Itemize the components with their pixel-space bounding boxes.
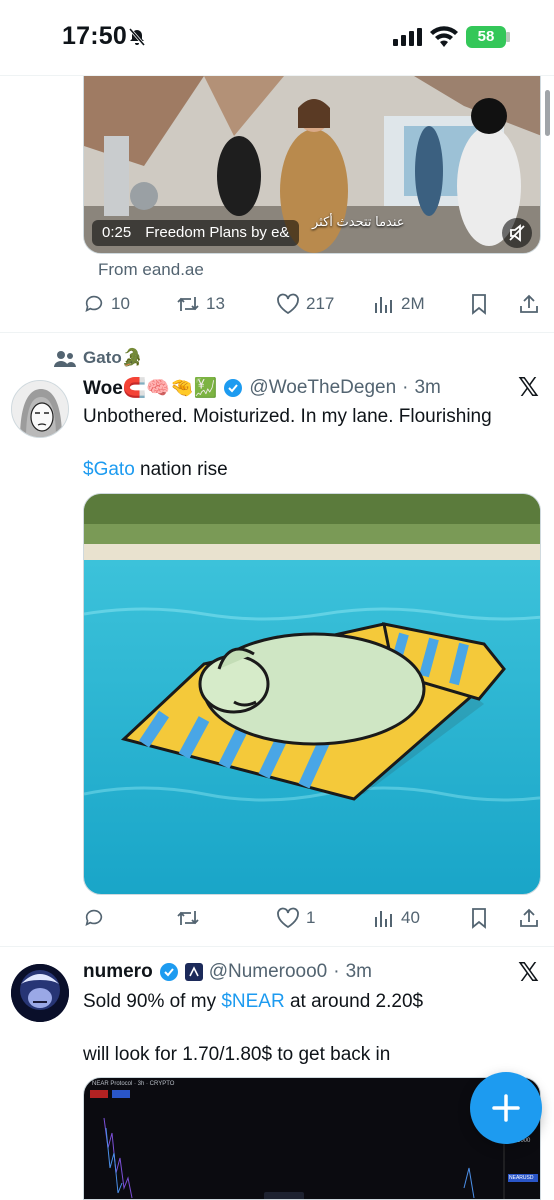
video-duration: 0:25 xyxy=(102,224,132,241)
views-button[interactable]: 2M xyxy=(373,289,425,319)
tweet3-line2: will look for 1.70/1.80$ to get back in xyxy=(83,1044,391,1065)
retweet-button[interactable] xyxy=(176,903,206,933)
signal-icon xyxy=(393,28,422,46)
plus-icon xyxy=(492,1094,520,1122)
video-title: Freedom Plans by e& xyxy=(145,224,290,241)
compose-button[interactable] xyxy=(470,1072,542,1144)
views-icon xyxy=(375,911,392,927)
like-count: 1 xyxy=(306,908,316,927)
speaker-muted-icon xyxy=(509,224,525,242)
bell-muted-icon xyxy=(128,28,146,46)
tweet2-action-bar: 1 40 xyxy=(83,903,541,933)
bookmark-icon xyxy=(472,294,486,315)
post-image[interactable] xyxy=(83,493,541,895)
tweet2-line2-text: nation rise xyxy=(134,459,228,480)
heart-icon xyxy=(277,907,299,929)
mute-button[interactable] xyxy=(502,218,532,248)
chart-symbol-badge: NEARUSD xyxy=(509,1175,534,1181)
retweet-button[interactable]: 13 xyxy=(176,289,225,319)
avatar-image xyxy=(11,964,69,1022)
reply-count: 10 xyxy=(111,294,130,313)
avatar[interactable] xyxy=(11,964,69,1022)
bookmark-icon xyxy=(472,908,486,929)
tweet3-header: numero @Numerooo0 · 3m xyxy=(83,961,372,983)
tweet3-line1-pre: Sold 90% of my xyxy=(83,991,222,1012)
x-logo-icon[interactable]: 𝕏 xyxy=(518,957,539,988)
views-icon xyxy=(375,297,392,313)
username[interactable]: @WoeTheDegen xyxy=(249,377,396,399)
separator-dot: · xyxy=(333,961,340,982)
username[interactable]: @Numerooo0 xyxy=(209,961,328,983)
view-count: 40 xyxy=(401,908,420,927)
reply-button[interactable] xyxy=(83,903,111,933)
affiliate-badge-icon xyxy=(184,963,203,981)
verified-badge-icon xyxy=(224,379,243,397)
tweet-divider xyxy=(0,332,554,333)
bookmark-button[interactable] xyxy=(469,903,489,933)
reply-icon xyxy=(85,295,103,312)
status-bar: 17:50 58 xyxy=(0,0,554,76)
verified-badge-icon xyxy=(159,963,178,981)
tweet2-line2: $Gato nation rise xyxy=(83,457,228,483)
cashtag-link[interactable]: $Gato xyxy=(83,459,135,480)
wifi-icon xyxy=(430,26,458,47)
x-logo-icon[interactable]: 𝕏 xyxy=(518,372,539,403)
reply-icon xyxy=(85,909,103,926)
pool-float-image xyxy=(84,494,540,894)
like-count: 217 xyxy=(306,294,335,313)
view-count: 2M xyxy=(401,294,425,313)
share-button[interactable] xyxy=(518,903,540,933)
like-button[interactable]: 1 xyxy=(276,903,315,933)
like-button[interactable]: 217 xyxy=(276,289,334,319)
bookmark-button[interactable] xyxy=(469,289,489,319)
retweet-icon xyxy=(177,911,199,925)
battery-indicator: 58 xyxy=(466,26,506,48)
share-icon xyxy=(520,294,538,313)
share-button[interactable] xyxy=(518,289,540,319)
tweet-divider xyxy=(0,946,554,947)
avatar-image xyxy=(12,381,68,437)
tweet2-line1: Unbothered. Moisturized. In my lane. Flo… xyxy=(83,406,492,427)
post-time[interactable]: 3m xyxy=(414,377,440,399)
heart-icon xyxy=(277,293,299,315)
retweet-count: 13 xyxy=(206,294,225,313)
community-icon xyxy=(54,351,76,367)
separator-dot: · xyxy=(402,377,409,398)
tweet3-line1-post: at around 2.20$ xyxy=(284,991,424,1012)
retweet-icon xyxy=(177,297,199,311)
reply-button[interactable]: 10 xyxy=(83,289,130,319)
video-caption: عندما تتحدث أكثر xyxy=(312,214,405,229)
tweet1-action-bar: 10 13 217 2M xyxy=(83,289,541,319)
battery-cap-icon xyxy=(506,32,510,42)
share-icon xyxy=(520,908,538,927)
community-label[interactable]: Gato🐊 xyxy=(83,348,143,368)
views-button[interactable]: 40 xyxy=(373,903,420,933)
display-name[interactable]: Woe🧲🧠🤏💹 xyxy=(83,376,217,400)
scrollbar[interactable] xyxy=(545,90,550,136)
cashtag-link[interactable]: $NEAR xyxy=(221,991,284,1012)
post-time[interactable]: 3m xyxy=(346,961,372,983)
tweet3-line1: Sold 90% of my $NEAR at around 2.20$ xyxy=(83,989,423,1015)
avatar[interactable] xyxy=(11,380,69,438)
card-source-link[interactable]: From eand.ae xyxy=(98,260,204,280)
display-name[interactable]: numero xyxy=(83,961,153,983)
video-info-pill: 0:25 Freedom Plans by e& xyxy=(92,220,300,246)
status-time: 17:50 xyxy=(62,22,127,50)
tweet2-header: Woe🧲🧠🤏💹 @WoeTheDegen · 3m xyxy=(83,376,441,400)
